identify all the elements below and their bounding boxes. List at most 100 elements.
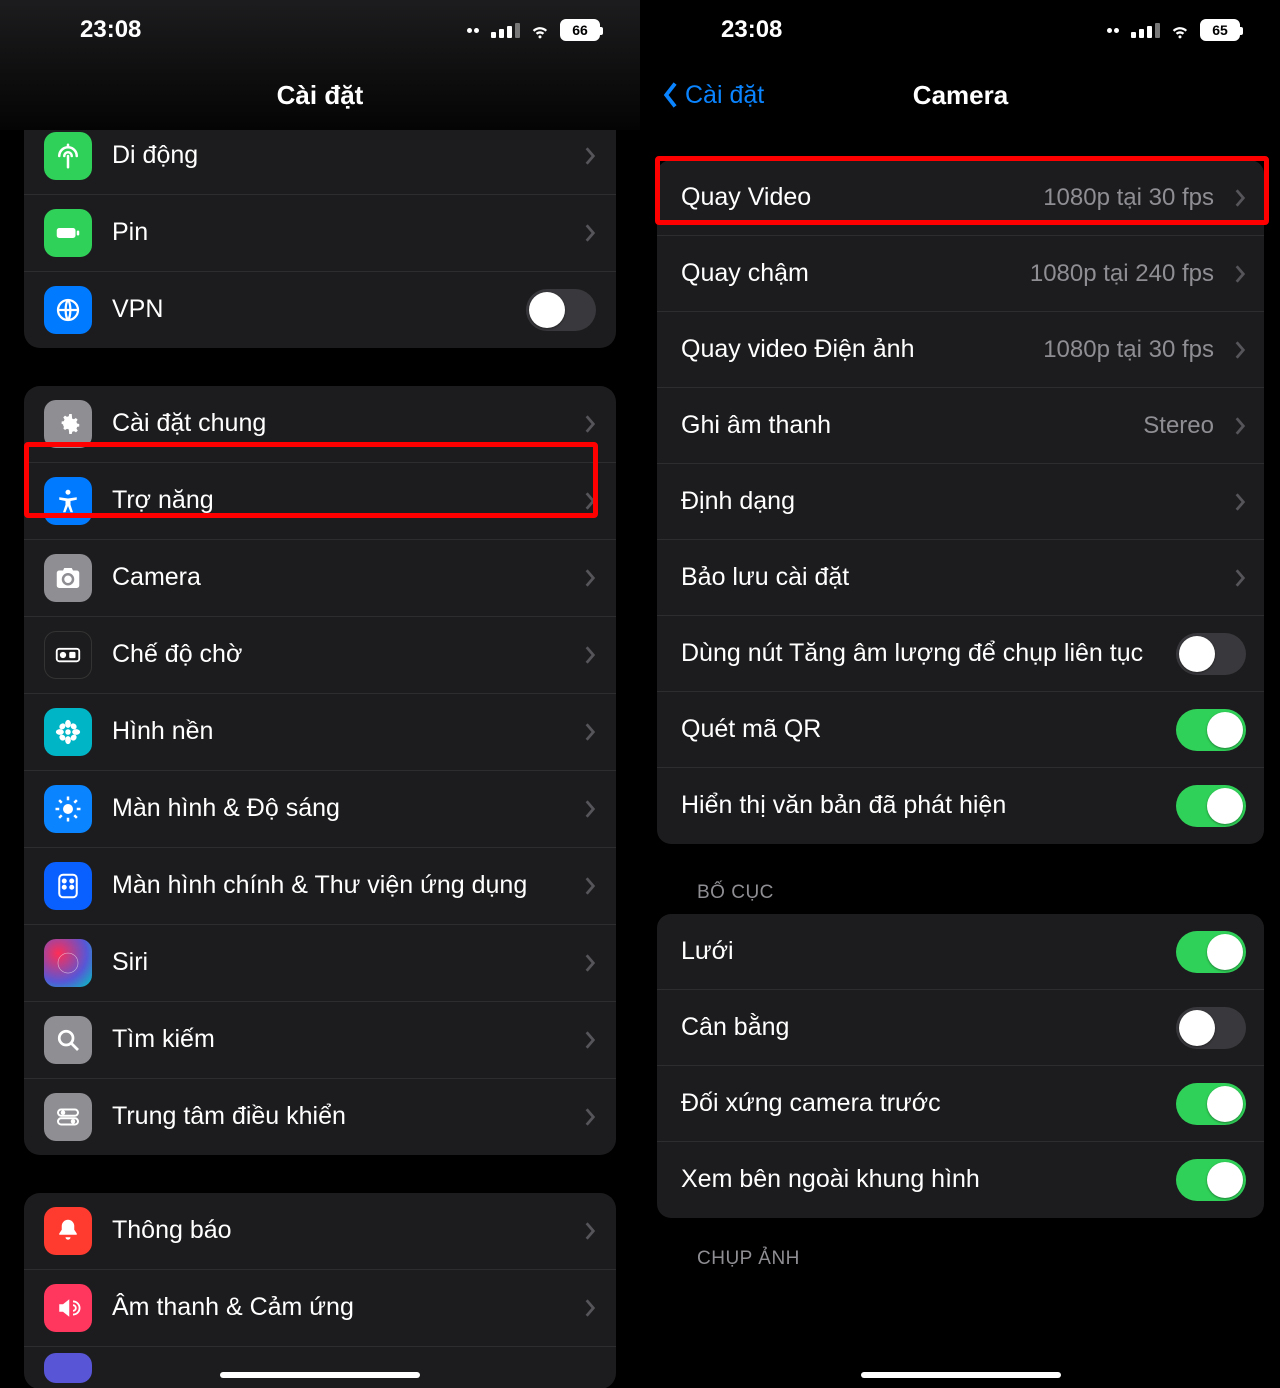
row-label: Đối xứng camera trước <box>681 1088 1156 1119</box>
home-indicator[interactable] <box>861 1372 1061 1378</box>
mirror-toggle[interactable] <box>1176 1083 1246 1125</box>
chevron-right-icon <box>584 491 596 511</box>
row-label: Trung tâm điều khiển <box>112 1101 564 1132</box>
row-control-center[interactable]: Trung tâm điều khiển <box>24 1079 616 1155</box>
speaker-icon <box>44 1284 92 1332</box>
row-wallpaper[interactable]: Hình nền <box>24 694 616 771</box>
row-label: Ghi âm thanh <box>681 410 1123 441</box>
row-formats[interactable]: Định dạng <box>657 464 1264 540</box>
row-search[interactable]: Tìm kiếm <box>24 1002 616 1079</box>
row-camera[interactable]: Camera <box>24 540 616 617</box>
row-siri[interactable]: Siri <box>24 925 616 1002</box>
row-display[interactable]: Màn hình & Độ sáng <box>24 771 616 848</box>
settings-group-notifications: Thông báo Âm thanh & Cảm ứng <box>24 1193 616 1388</box>
nav-title: Cài đặt <box>0 60 640 130</box>
row-label: Lưới <box>681 936 1156 967</box>
status-bar: 23:08 65 <box>641 0 1280 60</box>
row-level[interactable]: Cân bằng <box>657 990 1264 1066</box>
row-detected-text[interactable]: Hiển thị văn bản đã phát hiện <box>657 768 1264 844</box>
row-label: Tìm kiếm <box>112 1024 564 1055</box>
cellular-icon <box>491 23 520 38</box>
dual-sim-icon <box>467 28 479 33</box>
battery-level: 65 <box>1200 19 1240 41</box>
row-homescreen[interactable]: Màn hình chính & Thư viện ứng dụng <box>24 848 616 925</box>
cellular-icon <box>1131 23 1160 38</box>
search-icon <box>44 1016 92 1064</box>
chevron-right-icon <box>1234 568 1246 588</box>
row-accessibility[interactable]: Trợ năng <box>24 463 616 540</box>
chevron-right-icon <box>1234 416 1246 436</box>
row-preserve[interactable]: Bảo lưu cài đặt <box>657 540 1264 616</box>
row-label: Siri <box>112 947 564 978</box>
row-notifications[interactable]: Thông báo <box>24 1193 616 1270</box>
back-label: Cài đặt <box>685 81 764 110</box>
page-title: Cài đặt <box>277 80 364 111</box>
toggles-icon <box>44 1093 92 1141</box>
row-label: Quay Video <box>681 182 1023 213</box>
chevron-right-icon <box>584 1107 596 1127</box>
row-label: Màn hình chính & Thư viện ứng dụng <box>112 870 564 901</box>
globe-icon <box>44 286 92 334</box>
row-value: 1080p tại 240 fps <box>1030 260 1214 288</box>
antenna-icon <box>44 132 92 180</box>
battery-icon: 65 <box>1200 19 1240 41</box>
row-label: Hiển thị văn bản đã phát hiện <box>681 790 1156 821</box>
row-cellular[interactable]: Di động <box>24 130 616 195</box>
row-volume-burst[interactable]: Dùng nút Tăng âm lượng để chụp liên tục <box>657 616 1264 692</box>
level-toggle[interactable] <box>1176 1007 1246 1049</box>
row-cinematic[interactable]: Quay video Điện ảnh 1080p tại 30 fps <box>657 312 1264 388</box>
grid-toggle[interactable] <box>1176 931 1246 973</box>
row-standby[interactable]: Chế độ chờ <box>24 617 616 694</box>
section-header-capture: CHỤP ẢNH <box>657 1218 1264 1270</box>
battery-level: 66 <box>560 19 600 41</box>
row-vpn[interactable]: VPN <box>24 272 616 348</box>
row-outside-frame[interactable]: Xem bên ngoài khung hình <box>657 1142 1264 1218</box>
status-bar: 23:08 66 <box>0 0 640 60</box>
apps-grid-icon <box>44 862 92 910</box>
status-right: 65 <box>1107 19 1240 41</box>
battery-icon <box>44 209 92 257</box>
row-grid[interactable]: Lưới <box>657 914 1264 990</box>
row-sounds[interactable]: Âm thanh & Cảm ứng <box>24 1270 616 1347</box>
sun-icon <box>44 785 92 833</box>
outside-frame-toggle[interactable] <box>1176 1159 1246 1201</box>
chevron-right-icon <box>584 722 596 742</box>
row-cut[interactable] <box>24 1347 616 1388</box>
settings-content[interactable]: Di động Pin VPN <box>0 130 640 1388</box>
row-label: Quay video Điện ảnh <box>681 334 1023 365</box>
row-slomo[interactable]: Quay chậm 1080p tại 240 fps <box>657 236 1264 312</box>
volume-burst-toggle[interactable] <box>1176 633 1246 675</box>
vpn-toggle[interactable] <box>526 289 596 331</box>
row-mirror-front[interactable]: Đối xứng camera trước <box>657 1066 1264 1142</box>
back-button[interactable]: Cài đặt <box>661 81 764 110</box>
camera-content[interactable]: Quay Video 1080p tại 30 fps Quay chậm 10… <box>641 160 1280 1270</box>
settings-screen: 23:08 66 Cài đặt Di động <box>0 0 640 1388</box>
accessibility-icon <box>44 477 92 525</box>
chevron-right-icon <box>1234 492 1246 512</box>
section-header-layout: BỐ CỤC <box>657 844 1264 914</box>
row-record-video[interactable]: Quay Video 1080p tại 30 fps <box>657 160 1264 236</box>
row-label: Hình nền <box>112 716 564 747</box>
text-toggle[interactable] <box>1176 785 1246 827</box>
row-battery[interactable]: Pin <box>24 195 616 272</box>
home-indicator[interactable] <box>220 1372 420 1378</box>
page-title: Camera <box>913 80 1008 111</box>
flower-icon <box>44 708 92 756</box>
qr-toggle[interactable] <box>1176 709 1246 751</box>
status-time: 23:08 <box>80 16 141 44</box>
row-label: Pin <box>112 217 564 248</box>
chevron-right-icon <box>584 146 596 166</box>
row-record-sound[interactable]: Ghi âm thanh Stereo <box>657 388 1264 464</box>
row-label: Quét mã QR <box>681 714 1156 745</box>
row-label: Cân bằng <box>681 1012 1156 1043</box>
row-scan-qr[interactable]: Quét mã QR <box>657 692 1264 768</box>
row-label: Cài đặt chung <box>112 408 564 439</box>
camera-group-main: Quay Video 1080p tại 30 fps Quay chậm 10… <box>657 160 1264 844</box>
status-right: 66 <box>467 19 600 41</box>
row-general[interactable]: Cài đặt chung <box>24 386 616 463</box>
chevron-right-icon <box>584 645 596 665</box>
chevron-right-icon <box>584 876 596 896</box>
chevron-right-icon <box>584 953 596 973</box>
chevron-right-icon <box>1234 340 1246 360</box>
chevron-right-icon <box>584 1030 596 1050</box>
